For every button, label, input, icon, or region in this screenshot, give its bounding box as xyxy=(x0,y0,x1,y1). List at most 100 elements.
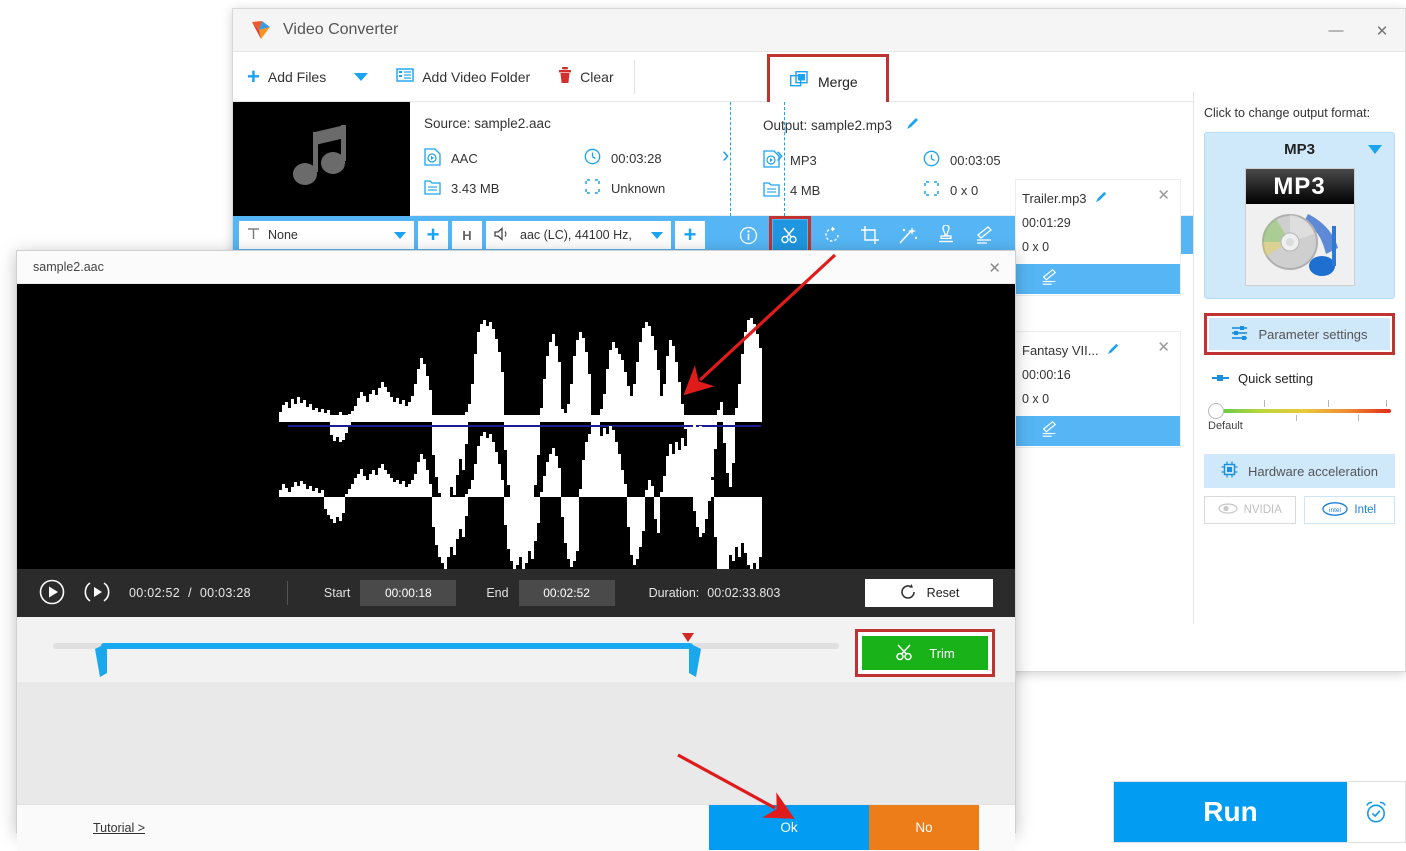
remove-queue-item-button[interactable]: ✕ xyxy=(1157,186,1170,204)
panel-heading: Click to change output format: xyxy=(1204,106,1371,120)
plus-icon: + xyxy=(683,222,697,247)
watermark-icon[interactable] xyxy=(929,220,963,250)
add-audio-button[interactable]: + xyxy=(675,221,705,249)
source-filename: Source: sample2.aac xyxy=(424,116,551,131)
output-format-card[interactable]: MP3 MP3 xyxy=(1204,132,1395,299)
flow-divider-2 xyxy=(784,102,785,216)
run-button[interactable]: Run xyxy=(1114,782,1347,842)
start-time-input[interactable]: 00:00:18 xyxy=(360,580,457,606)
speaker-icon xyxy=(494,226,512,244)
quick-setting-row[interactable]: Quick setting xyxy=(1212,371,1395,386)
parameter-settings-button[interactable]: Parameter settings xyxy=(1209,318,1390,350)
queue-item-resolution: 0 x 0 xyxy=(1022,240,1050,254)
queue-item-title-row: Fantasy VII... xyxy=(1016,332,1180,358)
pencil-icon[interactable] xyxy=(1095,190,1108,206)
slider-tick xyxy=(1264,400,1265,407)
trim-button[interactable]: Trim xyxy=(862,636,988,670)
hdr-icon: H xyxy=(462,227,472,243)
range-start-handle[interactable] xyxy=(95,643,107,677)
add-video-folder-label: Add Video Folder xyxy=(422,68,531,85)
no-button[interactable]: No xyxy=(869,805,979,850)
effect-magic-icon[interactable] xyxy=(891,220,925,250)
ok-button[interactable]: Ok xyxy=(709,805,869,850)
slider-tick xyxy=(1328,400,1329,407)
edit-pencil-icon[interactable] xyxy=(1040,420,1058,443)
nvidia-toggle[interactable]: NVIDIA xyxy=(1204,496,1296,524)
pencil-icon[interactable] xyxy=(906,117,920,133)
queue-item-duration: 00:00:16 xyxy=(1022,368,1071,382)
merge-button[interactable]: Merge xyxy=(772,59,884,104)
pencil-icon[interactable] xyxy=(1107,342,1120,358)
close-button[interactable]: ✕ xyxy=(1359,9,1405,52)
queue-item-title: Fantasy VII... xyxy=(1022,342,1099,358)
queue-item-title-row: Trailer.mp3 xyxy=(1016,180,1180,206)
alarm-clock-icon[interactable] xyxy=(1347,782,1405,842)
audio-waveform[interactable] xyxy=(17,284,1015,569)
edit-pencil-icon[interactable] xyxy=(967,220,1001,250)
reset-button[interactable]: Reset xyxy=(865,579,993,607)
nvidia-eye-icon xyxy=(1217,503,1238,517)
output-format-value: MP3 xyxy=(790,152,817,168)
output-duration: 00:03:05 xyxy=(923,145,1083,175)
chevron-down-icon[interactable] xyxy=(1368,145,1382,154)
source-resolution-value: Unknown xyxy=(611,180,666,196)
add-files-button[interactable]: + Add Files xyxy=(233,52,340,102)
playback-control-bar: 00:02:52 / 00:03:28 Start 00:00:18 End 0… xyxy=(17,569,1015,617)
remove-queue-item-button[interactable]: ✕ xyxy=(1157,338,1170,356)
app-logo-icon xyxy=(249,18,273,42)
info-icon[interactable] xyxy=(731,220,765,250)
preview-segment-icon[interactable] xyxy=(83,579,111,608)
start-label: Start xyxy=(323,586,351,600)
list-item[interactable]: Trailer.mp3 00:01:29 0 x 0 ✕ xyxy=(1015,179,1181,296)
source-column: Source: sample2.aac AAC 3.43 MB 00:03:28… xyxy=(410,102,745,216)
quick-setting-label: Quick setting xyxy=(1238,371,1314,386)
hardware-acceleration-label: Hardware acceleration xyxy=(1247,463,1379,479)
add-video-folder-button[interactable]: Add Video Folder xyxy=(382,52,544,102)
trim-range-slider[interactable]: Trim xyxy=(17,617,1015,682)
music-note-icon xyxy=(285,122,359,197)
slider-knob[interactable] xyxy=(1208,403,1224,419)
edit-pencil-icon[interactable] xyxy=(1040,268,1058,291)
reset-label: Reset xyxy=(926,586,960,600)
source-size: 3.43 MB xyxy=(424,173,584,203)
dialog-title: sample2.aac xyxy=(33,260,104,274)
list-item[interactable]: Fantasy VII... 00:00:16 0 x 0 ✕ xyxy=(1015,331,1181,448)
output-format: MP3 xyxy=(763,145,923,175)
add-files-dropdown[interactable] xyxy=(340,52,382,102)
queue-item-action-bar xyxy=(1016,416,1180,446)
audio-track-select[interactable]: aac (LC), 44100 Hz, xyxy=(486,221,671,249)
minimize-button[interactable]: — xyxy=(1313,9,1359,52)
merge-label: Merge xyxy=(818,73,858,90)
rotate-icon[interactable] xyxy=(815,220,849,250)
dialog-close-button[interactable]: ✕ xyxy=(988,259,1001,277)
subtitle-T-icon xyxy=(247,227,260,243)
crop-icon[interactable] xyxy=(853,220,887,250)
flow-divider-1 xyxy=(730,102,731,216)
control-divider xyxy=(286,581,288,605)
trim-label: Trim xyxy=(929,645,955,661)
slider-tick xyxy=(1358,415,1359,421)
tutorial-link[interactable]: Tutorial > xyxy=(93,821,145,835)
source-size-value: 3.43 MB xyxy=(451,180,500,196)
run-bar: Run xyxy=(1113,781,1406,843)
subtitle-select[interactable]: None xyxy=(239,221,414,249)
intel-logo-icon: intel xyxy=(1322,501,1349,519)
output-size: 4 MB xyxy=(763,175,923,205)
hdr-button[interactable]: H xyxy=(452,221,482,249)
clear-button[interactable]: Clear xyxy=(544,52,627,102)
queue-item-resolution: 0 x 0 xyxy=(1022,392,1050,406)
plus-icon: + xyxy=(247,63,260,89)
quality-slider[interactable]: Default xyxy=(1208,400,1391,436)
trim-scissors-icon[interactable] xyxy=(773,220,807,250)
hardware-acceleration-button[interactable]: Hardware acceleration xyxy=(1204,454,1395,488)
add-subtitle-button[interactable]: + xyxy=(418,221,448,249)
slider-tick xyxy=(1296,415,1297,421)
format-badge: MP3 xyxy=(1245,169,1354,204)
play-button-icon[interactable] xyxy=(39,579,65,608)
range-end-handle[interactable] xyxy=(687,643,701,677)
end-time-input[interactable]: 00:02:52 xyxy=(518,580,615,606)
queue-item-action-bar xyxy=(1016,264,1180,294)
quick-setting-icon xyxy=(1212,371,1230,386)
intel-toggle[interactable]: intel Intel xyxy=(1303,496,1395,524)
chevron-down-icon xyxy=(394,231,406,239)
